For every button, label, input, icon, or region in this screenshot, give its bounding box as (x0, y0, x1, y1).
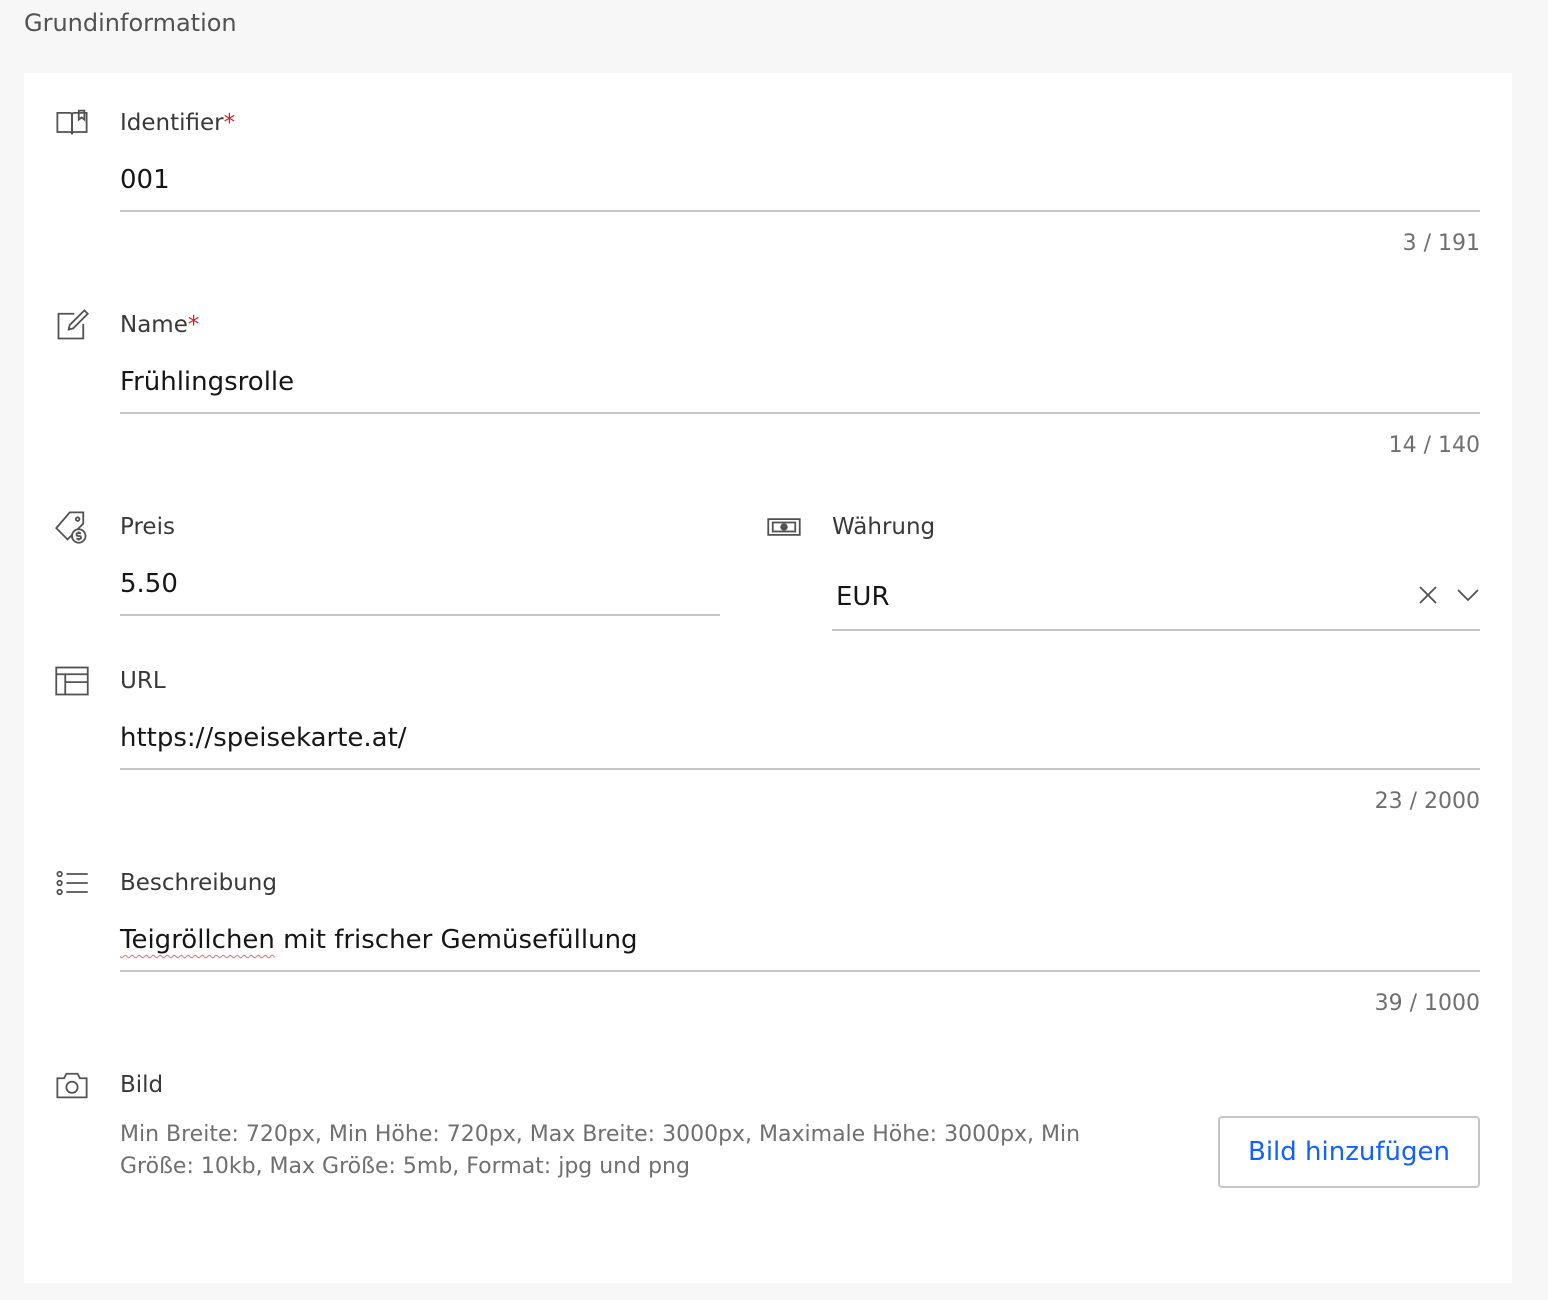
currency-value: EUR (836, 582, 890, 612)
book-icon (54, 105, 90, 141)
price-tag-icon (54, 509, 90, 545)
image-label: Bild (120, 1072, 164, 1098)
image-requirements: Min Breite: 720px, Min Höhe: 720px, Max … (120, 1122, 1081, 1179)
price-label: Preis (120, 514, 175, 540)
add-image-button[interactable]: Bild hinzufügen (1218, 1116, 1480, 1188)
chevron-down-icon[interactable] (1454, 581, 1482, 609)
name-label: Name* (120, 312, 200, 338)
name-counter: 14 / 140 (1388, 433, 1480, 458)
description-input[interactable]: Teigröllchen mit frischer Gemüsefüllung (120, 908, 1480, 972)
name-input[interactable] (120, 350, 1480, 414)
currency-select[interactable]: EUR (832, 567, 1480, 631)
section-title: Grundinformation (24, 9, 237, 37)
url-label: URL (120, 668, 166, 694)
description-counter: 39 / 1000 (1374, 991, 1480, 1016)
identifier-counter: 3 / 191 (1402, 231, 1480, 256)
edit-icon (54, 307, 90, 343)
form-card: Identifier* 3 / 191 Name* 14 / 140 Preis… (24, 73, 1512, 1283)
layout-icon (54, 663, 90, 699)
url-input[interactable] (120, 706, 1480, 770)
currency-label: Währung (832, 514, 936, 540)
description-text: mit frischer Gemüsefüllung (274, 925, 638, 955)
description-label: Beschreibung (120, 870, 277, 896)
camera-icon (54, 1067, 90, 1103)
price-input[interactable] (120, 552, 720, 616)
clear-icon[interactable] (1414, 581, 1442, 609)
url-counter: 23 / 2000 (1374, 789, 1480, 814)
misspelled-word: Teigröllchen (120, 925, 275, 955)
list-icon (54, 865, 90, 901)
identifier-label: Identifier* (120, 110, 236, 136)
money-icon (766, 509, 802, 545)
identifier-input[interactable] (120, 148, 1480, 212)
